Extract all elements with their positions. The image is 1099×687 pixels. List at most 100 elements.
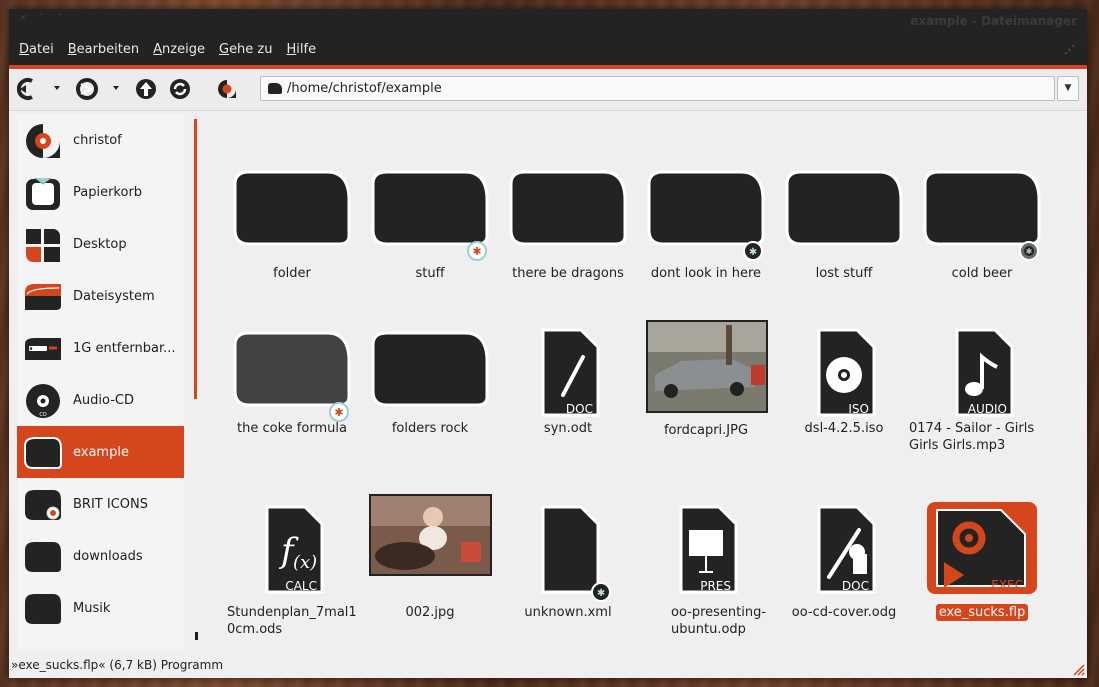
file-item-there-be-dragons[interactable]: there be dragons — [503, 144, 633, 304]
file-name: lost stuff — [815, 266, 873, 281]
file-item-fordcapri-jpg[interactable]: fordcapri.JPG — [641, 305, 771, 465]
folder-icon — [268, 83, 282, 94]
svg-text:AUDIO: AUDIO — [968, 402, 1007, 416]
sidebar-item-audio-cd[interactable]: CD Audio-CD — [17, 374, 184, 426]
location-path: /home/christof/example — [287, 81, 442, 96]
menu-hilfe[interactable]: Hilfe — [287, 42, 317, 57]
title-bar: ✕ ˅ ˄ example - Dateimanager Datei Bearb… — [9, 9, 1087, 65]
svg-text:EXEC: EXEC — [991, 578, 1023, 592]
file-item-lost-stuff[interactable]: lost stuff — [779, 144, 909, 304]
file-item-unknown-xml[interactable]: ✱ unknown.xml — [503, 482, 633, 642]
sidebar-item-label: Audio-CD — [73, 393, 134, 408]
sidebar-item-label: 1G entfernbar... — [73, 341, 176, 356]
sidebar-item-label: downloads — [73, 549, 143, 564]
file-item-oo-presenting-ubuntu-odp[interactable]: PRES oo-presenting-ubuntu.odp — [641, 482, 771, 642]
maximize-window-button[interactable]: ˄ — [53, 13, 65, 25]
file-name: oo-presenting-ubuntu.odp — [671, 605, 767, 637]
file-item-folders-rock[interactable]: folders rock — [365, 305, 495, 465]
sidebar-item-label: Papierkorb — [73, 185, 143, 200]
file-item-stuff[interactable]: ✱ stuff — [365, 144, 495, 304]
sidebar-item-label: Musik — [73, 601, 111, 616]
file-item-exe-sucks-flp[interactable]: EXEC exe_sucks.flp — [917, 482, 1047, 642]
file-name: folder — [273, 266, 311, 281]
sidebar-item-example[interactable]: example — [17, 426, 184, 478]
back-history-dropdown-icon[interactable] — [53, 84, 61, 92]
folder-icon — [23, 434, 63, 472]
sidebar-item-brit-icons[interactable]: BRIT ICONS — [17, 478, 184, 530]
minimize-window-button[interactable]: ˅ — [35, 13, 47, 25]
folder-icon: ✱ — [227, 305, 357, 422]
status-text: »exe_sucks.flp« (6,7 kB) Programm — [11, 658, 224, 672]
sidebar-item-label: Desktop — [73, 237, 127, 252]
sidebar-item-1g-entfernbar[interactable]: 1G entfernbar... — [17, 322, 184, 374]
sidebar-item-label: christof — [73, 133, 122, 148]
iso-file-icon: ISO — [779, 305, 909, 417]
svg-text:CALC: CALC — [285, 579, 317, 593]
home-icon[interactable] — [215, 77, 239, 101]
svg-text:CD: CD — [39, 412, 46, 418]
sidebar-item-dateisystem[interactable]: Dateisystem — [17, 270, 184, 322]
sidebar-item-musik[interactable]: Musik — [17, 582, 184, 634]
file-item-0174-sailor-girls-girls-girls-mp3[interactable]: AUDIO 0174 - Sailor - Girls Girls Girls.m… — [909, 305, 1047, 465]
svg-text:PRES: PRES — [700, 579, 731, 593]
file-item-cold-beer[interactable]: ✱ cold beer — [917, 144, 1047, 304]
file-name: syn.odt — [543, 421, 593, 436]
up-icon[interactable] — [134, 77, 158, 101]
folder-icon — [503, 144, 633, 254]
reload-icon[interactable] — [168, 77, 192, 101]
desktop-icon — [23, 226, 63, 264]
folder-icon: ✱ — [365, 144, 495, 261]
menu-bearbeiten[interactable]: Bearbeiten — [68, 42, 139, 57]
file-name: stuff — [415, 266, 445, 281]
file-manager-window: ✕ ˅ ˄ example - Dateimanager Datei Bearb… — [9, 9, 1087, 678]
file-item-dsl-4-2-5-iso[interactable]: ISO dsl-4.2.5.iso — [779, 305, 909, 465]
file-label: syn.odt — [503, 420, 633, 437]
file-label: 0174 - Sailor - Girls Girls Girls.mp3 — [909, 420, 1049, 454]
file-name: dont look in here — [650, 266, 762, 281]
file-item-stundenplan-7mal10cm-ods[interactable]: f (x) CALC Stundenplan_7mal10cm.ods — [227, 482, 357, 642]
image-thumbnail — [641, 305, 771, 415]
folder-icon — [779, 144, 909, 254]
file-item-syn-odt[interactable]: DOC syn.odt — [503, 305, 633, 465]
file-label: lost stuff — [779, 265, 909, 282]
folder-icon — [23, 590, 63, 628]
resize-grip-icon[interactable] — [1073, 664, 1085, 676]
sidebar-scrollbar-end — [195, 632, 198, 640]
menu-anzeige[interactable]: Anzeige — [153, 42, 205, 57]
back-icon[interactable] — [17, 77, 41, 101]
svg-text:✱: ✱ — [749, 247, 757, 258]
file-item-002-jpg[interactable]: 002.jpg — [365, 482, 495, 642]
close-window-button[interactable]: ✕ — [17, 13, 29, 25]
file-label: there be dragons — [503, 265, 633, 282]
draw-file-icon: DOC — [779, 482, 909, 594]
file-label: folders rock — [365, 420, 495, 437]
file-name: dsl-4.2.5.iso — [804, 421, 884, 436]
file-name: there be dragons — [512, 266, 624, 281]
folder-icon — [365, 305, 495, 415]
location-bar[interactable]: /home/christof/example — [260, 76, 1055, 101]
file-item-folder[interactable]: folder — [227, 144, 357, 304]
sidebar-item-desktop[interactable]: Desktop — [17, 218, 184, 270]
file-item-the-coke-formula[interactable]: ✱ the coke formula — [227, 305, 357, 465]
file-name: the coke formula — [237, 421, 347, 436]
sidebar-item-downloads[interactable]: downloads — [17, 530, 184, 582]
menu-datei[interactable]: Datei — [19, 42, 54, 57]
menu-gehe-zu[interactable]: Gehe zu — [219, 42, 273, 57]
sidebar-item-label: Dateisystem — [73, 289, 155, 304]
location-dropdown-button[interactable]: ▼ — [1057, 76, 1079, 101]
sidebar: christof Papierkorb Desktop Dateisystem 1G e… — [17, 114, 184, 649]
forward-history-dropdown-icon[interactable] — [112, 84, 120, 92]
svg-text:DOC: DOC — [566, 402, 593, 416]
file-label: oo-presenting-ubuntu.odp — [671, 604, 779, 638]
file-item-oo-cd-cover-odg[interactable]: DOC oo-cd-cover.odg — [779, 482, 909, 642]
svg-text:(x): (x) — [293, 552, 317, 573]
sidebar-item-label: BRIT ICONS — [73, 497, 148, 512]
sidebar-item-christof[interactable]: christof — [17, 114, 184, 166]
file-label: fordcapri.JPG — [641, 422, 771, 439]
sidebar-scrollbar[interactable] — [194, 119, 197, 399]
sidebar-item-papierkorb[interactable]: Papierkorb — [17, 166, 184, 218]
svg-text:✱: ✱ — [597, 588, 605, 599]
file-item-dont-look-in-here[interactable]: ✱ dont look in here — [641, 144, 771, 304]
filesystem-icon — [23, 278, 63, 316]
forward-icon[interactable] — [75, 77, 99, 101]
